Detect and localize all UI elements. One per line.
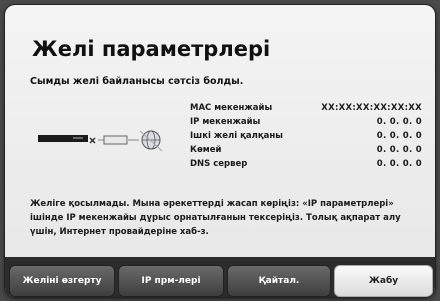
change-network-button[interactable]: Желіні өзгерту (9, 265, 115, 297)
dns-server-value: 0. 0. 0. 0 (376, 159, 422, 169)
router-icon (98, 135, 139, 145)
ip-address-row: IP мекенжайы 0. 0. 0. 0 (190, 115, 422, 129)
ip-address-label: IP мекенжайы (190, 117, 261, 127)
mac-address-value: XX:XX:XX:XX:XX:XX (321, 103, 422, 113)
error-message: Желіге қосылмады. Мына әрекеттерді жасап… (30, 199, 401, 237)
close-button[interactable]: Жабу (334, 265, 433, 297)
mac-address-label: MAC мекенжайы (190, 103, 273, 113)
gateway-value: 0. 0. 0. 0 (376, 145, 422, 155)
tv-device-icon (38, 135, 88, 142)
globe-icon (139, 130, 163, 152)
dialog-title: Желі параметрлері (32, 37, 271, 61)
ip-settings-button[interactable]: IP прм-лері (118, 265, 224, 297)
mac-address-row: MAC мекенжайы XX:XX:XX:XX:XX:XX (190, 101, 422, 115)
subnet-mask-label: Ішкі желі қалқаны (190, 131, 283, 141)
retry-button[interactable]: Қайтал. (227, 265, 331, 297)
button-bar: Желіні өзгерту IP прм-лері Қайтал. Жабу (5, 257, 435, 297)
ip-address-value: 0. 0. 0. 0 (376, 117, 422, 127)
dns-server-label: DNS сервер (190, 159, 248, 169)
disconnected-x-icon (89, 137, 96, 144)
gateway-row: Көмей 0. 0. 0. 0 (190, 143, 422, 157)
gateway-label: Көмей (190, 145, 222, 155)
subnet-mask-row: Ішкі желі қалқаны 0. 0. 0. 0 (190, 129, 422, 143)
dns-server-row: DNS сервер 0. 0. 0. 0 (190, 157, 422, 171)
connection-status: Сымды желі байланысы сәтсіз болды. (30, 76, 244, 87)
subnet-mask-value: 0. 0. 0. 0 (376, 131, 422, 141)
network-info-table: MAC мекенжайы XX:XX:XX:XX:XX:XX IP мекен… (190, 101, 422, 171)
network-settings-dialog: Желі параметрлері Сымды желі байланысы с… (5, 5, 435, 297)
connection-diagram (38, 121, 178, 161)
